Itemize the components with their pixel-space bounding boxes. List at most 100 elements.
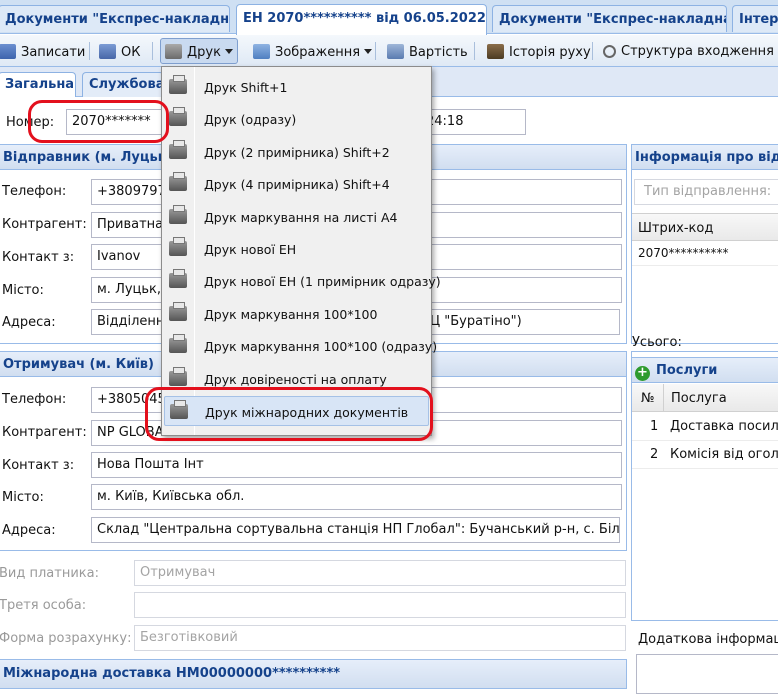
print-button[interactable]: Друк (160, 38, 238, 64)
menu-item-print[interactable]: Друк Shift+1 (164, 72, 429, 102)
menu-item-print-2-copies[interactable]: Друк (2 примірника) Shift+2 (164, 137, 429, 167)
table-row[interactable]: 2 Комісія від оголош (632, 441, 778, 469)
chevron-down-icon (364, 49, 373, 54)
history-icon (487, 44, 504, 59)
save-button[interactable]: Записати (0, 38, 91, 64)
table-row[interactable]: 1 Доставка посилок (632, 412, 778, 441)
menu-item-print-power-of-attorney[interactable]: Друк довіреності на оплату (164, 364, 429, 394)
ok-label: ОК (121, 45, 141, 60)
doc-tab-express-invoices[interactable]: Документи "Експрес-накладні" (0, 5, 230, 32)
menu-item-print-new-invoice-1-copy[interactable]: Друк нової ЕН (1 примірник одразу) (164, 266, 441, 296)
menu-item-label: Друк нової ЕН (1 примірник одразу) (204, 274, 441, 289)
menu-item-print-4-copies[interactable]: Друк (4 примірника) Shift+4 (164, 169, 429, 199)
barcode-cell: 2070********** (638, 246, 729, 260)
tab-general[interactable]: Загальна (0, 72, 76, 97)
payment-form-field[interactable]: Безготівковий (134, 625, 626, 651)
menu-item-print-marking-100[interactable]: Друк маркування 100*100 (164, 299, 429, 329)
extra-info-label: Додаткова інформаці (638, 632, 778, 647)
menu-item-print-international-documents[interactable]: Друк міжнародних документів (164, 396, 429, 426)
cost-button[interactable]: Вартість (382, 38, 474, 64)
sender-address-label: Адреса: (2, 315, 56, 330)
service-row-name: Комісія від оголош (670, 447, 778, 462)
printer-icon (169, 367, 187, 386)
receiver-address-field[interactable]: Склад "Центральна сортувальна станція НП… (91, 517, 620, 543)
receiver-counterparty-label: Контрагент: (2, 425, 87, 440)
floppy-disk-icon (0, 44, 16, 59)
column-divider (663, 384, 664, 412)
menu-item-label: Друк (одразу) (204, 112, 297, 127)
receiver-address-label: Адреса: (2, 523, 56, 538)
menu-item-label: Друк нової ЕН (204, 242, 297, 257)
payer-type-label: Вид платника: (0, 566, 99, 581)
tab-service[interactable]: Службова (82, 72, 164, 97)
receiver-city-label: Місто: (2, 490, 44, 505)
services-title: Послуги (656, 363, 718, 378)
menu-item-print-marking-100-immediately[interactable]: Друк маркування 100*100 (одразу) (164, 331, 437, 361)
menu-item-label: Друк маркування 100*100 (одразу) (204, 339, 438, 354)
calculator-icon (387, 44, 404, 59)
printer-icon (169, 334, 187, 353)
cost-label: Вартість (409, 45, 468, 60)
history-label: Історія руху (509, 45, 591, 60)
doc-tab-international[interactable]: Інтер (732, 5, 778, 32)
services-grid-header: № Послуга (632, 384, 778, 412)
receiver-contact-label: Контакт з: (2, 458, 75, 473)
toolbar-separator (152, 42, 153, 60)
printer-icon (169, 205, 187, 224)
ok-icon (99, 44, 116, 59)
table-row[interactable]: 2070********** (632, 242, 778, 266)
menu-item-print-marking-a4[interactable]: Друк маркування на листі А4 (164, 202, 429, 232)
history-button[interactable]: Історія руху (482, 38, 597, 64)
tab-service-label: Службова (89, 77, 164, 92)
number-label: Номер: (6, 115, 55, 130)
doc-tab-label: Інтер (739, 12, 778, 27)
toolbar-separator (474, 42, 475, 60)
service-row-num: 1 (650, 419, 659, 434)
images-label: Зображення (275, 45, 361, 60)
tab-general-label: Загальна (5, 77, 75, 92)
menu-item-label: Друк (2 примірника) Shift+2 (204, 145, 390, 160)
toolbar: Записати ОК Друк Зображення Вартість Іст… (0, 35, 778, 67)
printer-icon (169, 140, 187, 159)
toolbar-separator (89, 42, 90, 60)
images-button[interactable]: Зображення (248, 38, 378, 64)
third-party-field[interactable] (134, 592, 626, 618)
barcode-grid-header: Штрих-код (632, 213, 778, 241)
structure-button[interactable]: Структура входження (598, 38, 778, 64)
menu-item-label: Друк (4 примірника) Shift+4 (204, 177, 390, 192)
doc-tab-label: Документи "Експрес-накладні" (5, 12, 230, 27)
doc-tab-current-invoice[interactable]: ЕН 2070********** від 06.05.2022 (236, 4, 487, 35)
printer-icon (169, 172, 187, 191)
add-service-icon[interactable]: + (635, 366, 650, 381)
menu-item-print-new-invoice[interactable]: Друк нової ЕН (164, 234, 429, 264)
doc-tab-express-invoice[interactable]: Документи "Експрес-накладна" (492, 5, 727, 32)
structure-label: Структура входження (621, 44, 774, 59)
print-dropdown-menu: Друк Shift+1 Друк (одразу) Друк (2 примі… (161, 66, 441, 436)
services-name-header: Послуга (671, 391, 727, 406)
extra-info-field[interactable] (636, 654, 778, 694)
shipment-type-select[interactable]: Тип відправлення: (634, 179, 778, 205)
printer-icon (169, 107, 187, 126)
barcode-column-header: Штрих-код (638, 221, 714, 236)
receiver-contact-field[interactable]: Нова Пошта Інт (91, 452, 622, 478)
service-row-name: Доставка посилок (670, 419, 778, 434)
chevron-down-icon (224, 49, 233, 54)
doc-tab-label: Документи "Експрес-накладна" (499, 12, 727, 27)
toolbar-separator (375, 42, 376, 60)
international-delivery-header: Міжнародна доставка НМ00000000********** (0, 659, 627, 689)
time-field[interactable]: 24:18 (420, 109, 526, 135)
ok-button[interactable]: ОК (94, 38, 146, 64)
payer-type-field[interactable]: Отримувач (134, 560, 626, 586)
number-field[interactable]: 2070******* (66, 109, 166, 135)
receiver-city-field[interactable]: м. Київ, Київська обл. (91, 484, 622, 510)
image-icon (253, 44, 270, 59)
menu-item-label: Друк Shift+1 (204, 80, 288, 95)
printer-icon (170, 400, 188, 419)
printer-icon (169, 237, 187, 256)
menu-item-print-immediately[interactable]: Друк (одразу) (164, 104, 429, 134)
printer-icon (169, 75, 187, 94)
sender-address-tail: Ц "Буратіно") (430, 314, 522, 329)
menu-item-label: Друк міжнародних документів (205, 405, 409, 420)
sender-counterparty-label: Контрагент: (2, 217, 87, 232)
services-num-header: № (641, 391, 655, 406)
